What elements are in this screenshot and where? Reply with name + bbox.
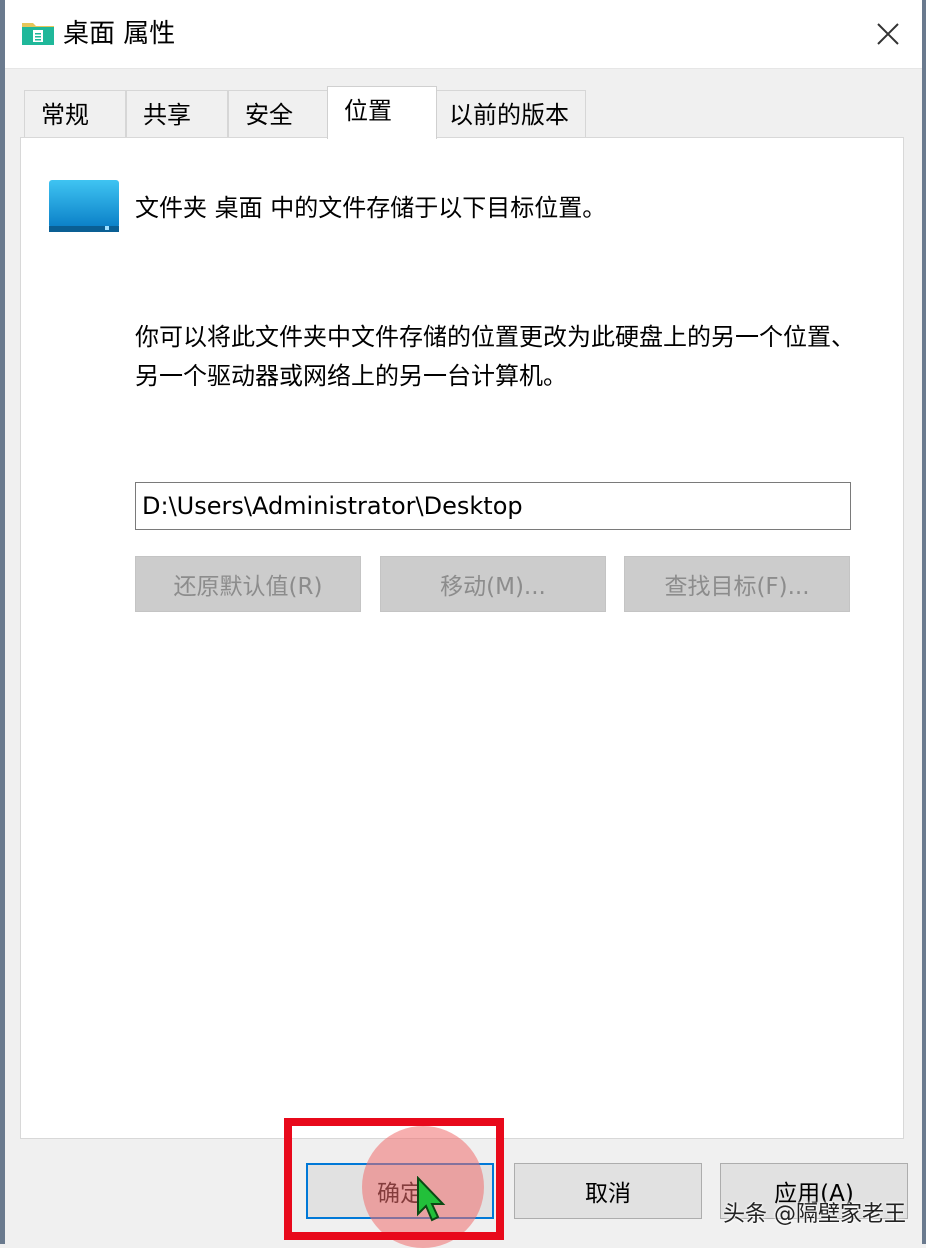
window-frame-right xyxy=(922,0,926,1244)
tab-location[interactable]: 位置 xyxy=(327,86,437,139)
watermark-text: 头条 @隔壁家老王 xyxy=(723,1202,906,1227)
tab-sharing[interactable]: 共享 xyxy=(126,90,228,138)
window-frame-left xyxy=(0,0,5,1244)
tab-security[interactable]: 安全 xyxy=(228,90,328,138)
tab-general[interactable]: 常规 xyxy=(24,90,126,138)
restore-default-button[interactable]: 还原默认值(R) xyxy=(135,556,361,612)
drive-folder-icon xyxy=(49,180,119,232)
window-title: 桌面 属性 xyxy=(63,19,176,49)
move-button[interactable]: 移动(M)... xyxy=(380,556,606,612)
title-bar: 桌面 属性 xyxy=(5,0,922,69)
folder-icon xyxy=(22,23,54,45)
location-description: 你可以将此文件夹中文件存储的位置更改为此硬盘上的另一个位置、另一个驱动器或网络上… xyxy=(135,323,855,390)
target-path-input[interactable] xyxy=(135,482,851,530)
find-target-button[interactable]: 查找目标(F)... xyxy=(624,556,850,612)
mouse-cursor-icon xyxy=(417,1176,446,1222)
ok-button[interactable]: 确定 xyxy=(306,1163,494,1219)
tab-panel-location: 文件夹 桌面 中的文件存储于以下目标位置。 你可以将此文件夹中文件存储的位置更改… xyxy=(20,137,904,1139)
close-button[interactable] xyxy=(862,8,914,60)
location-intro-text: 文件夹 桌面 中的文件存储于以下目标位置。 xyxy=(135,194,607,222)
cancel-button[interactable]: 取消 xyxy=(514,1163,702,1219)
tab-previous-versions[interactable]: 以前的版本 xyxy=(436,90,586,138)
close-icon xyxy=(877,23,899,45)
